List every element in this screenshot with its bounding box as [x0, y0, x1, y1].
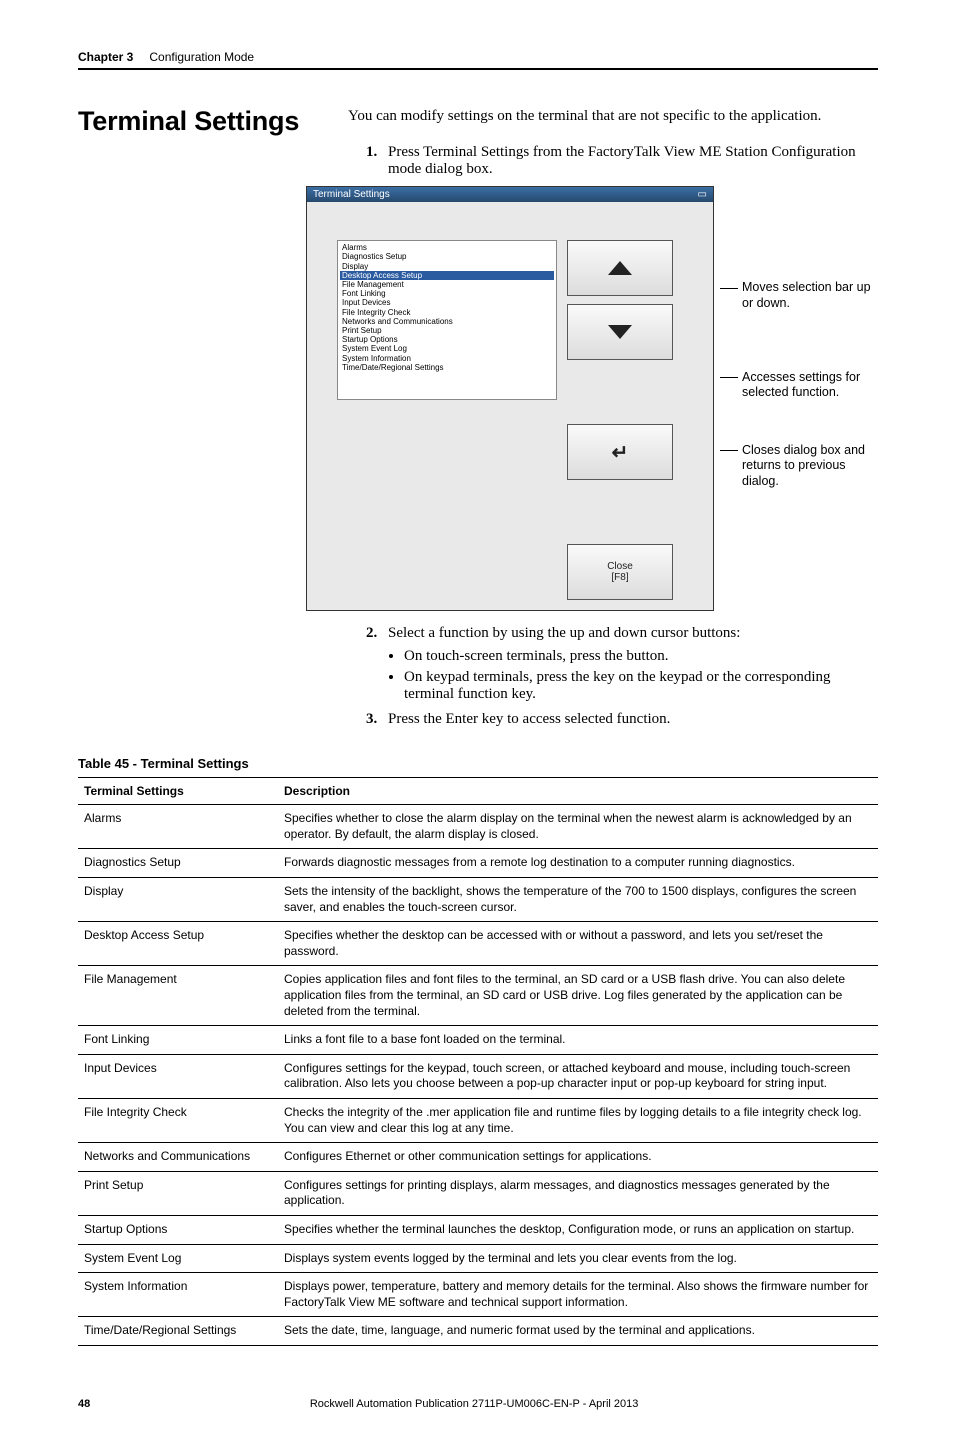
setting-name: Networks and Communications [78, 1143, 278, 1172]
page: Chapter 3 Configuration Mode Terminal Se… [0, 0, 954, 1450]
setting-description: Displays power, temperature, battery and… [278, 1273, 878, 1317]
step-text: Select a function by using the up and do… [388, 625, 740, 642]
table-row: File Integrity CheckChecks the integrity… [78, 1098, 878, 1142]
listbox-item[interactable]: System Information [340, 354, 554, 363]
page-footer: 48 Rockwell Automation Publication 2711P… [78, 1398, 878, 1410]
table-row: Networks and CommunicationsConfigures Et… [78, 1143, 878, 1172]
window-controls-icon: ▭ [698, 189, 707, 200]
listbox-item[interactable]: Time/Date/Regional Settings [340, 363, 554, 372]
setting-description: Copies application files and font files … [278, 966, 878, 1026]
settings-listbox[interactable]: AlarmsDiagnostics SetupDisplayDesktop Ac… [337, 240, 557, 400]
setting-description: Configures settings for the keypad, touc… [278, 1054, 878, 1098]
setting-name: Desktop Access Setup [78, 922, 278, 966]
setting-description: Sets the intensity of the backlight, sho… [278, 878, 878, 922]
table-row: Diagnostics SetupForwards diagnostic mes… [78, 849, 878, 878]
table-row: AlarmsSpecifies whether to close the ala… [78, 805, 878, 849]
move-up-button[interactable] [567, 240, 673, 296]
setting-description: Links a font file to a base font loaded … [278, 1026, 878, 1055]
publication-id: Rockwell Automation Publication 2711P-UM… [310, 1398, 639, 1410]
table-row: Print SetupConfigures settings for print… [78, 1171, 878, 1215]
table-row: Input DevicesConfigures settings for the… [78, 1054, 878, 1098]
callout-enter: Accesses settings for selected function. [726, 370, 878, 401]
listbox-item[interactable]: Alarms [340, 243, 554, 252]
callout-move: Moves selection bar up or down. [726, 280, 878, 311]
listbox-item[interactable]: Print Setup [340, 326, 554, 335]
setting-name: Startup Options [78, 1215, 278, 1244]
listbox-item[interactable]: System Event Log [340, 344, 554, 353]
enter-button[interactable]: ↵ [567, 424, 673, 480]
setting-name: Print Setup [78, 1171, 278, 1215]
step-text: Press Terminal Settings from the Factory… [388, 144, 878, 178]
setting-description: Specifies whether the terminal launches … [278, 1215, 878, 1244]
setting-name: System Information [78, 1273, 278, 1317]
listbox-item[interactable]: Font Linking [340, 289, 554, 298]
enter-icon: ↵ [612, 440, 629, 465]
setting-description: Configures settings for printing display… [278, 1171, 878, 1215]
setting-name: Input Devices [78, 1054, 278, 1098]
table-header-desc: Description [278, 778, 878, 805]
table-caption: Table 45 - Terminal Settings [78, 756, 878, 771]
setting-name: Diagnostics Setup [78, 849, 278, 878]
setting-name: Alarms [78, 805, 278, 849]
table-row: Startup OptionsSpecifies whether the ter… [78, 1215, 878, 1244]
callout-close: Closes dialog box and returns to previou… [726, 443, 878, 490]
table-row: Time/Date/Regional SettingsSets the date… [78, 1317, 878, 1346]
chapter-label: Chapter 3 [78, 50, 133, 64]
listbox-item[interactable]: Desktop Access Setup [340, 271, 554, 280]
step-number: 3. [366, 711, 382, 728]
terminal-settings-table: Terminal Settings Description AlarmsSpec… [78, 777, 878, 1346]
step-bullet: On keypad terminals, press the key on th… [404, 669, 878, 703]
listbox-item[interactable]: Startup Options [340, 335, 554, 344]
setting-description: Forwards diagnostic messages from a remo… [278, 849, 878, 878]
step-number: 2. [366, 625, 382, 642]
listbox-item[interactable]: Display [340, 262, 554, 271]
step-bullet: On touch-screen terminals, press the but… [404, 648, 878, 665]
terminal-settings-figure: Terminal Settings ▭ AlarmsDiagnostics Se… [306, 186, 878, 611]
table-header-name: Terminal Settings [78, 778, 278, 805]
setting-name: File Management [78, 966, 278, 1026]
table-row: DisplaySets the intensity of the backlig… [78, 878, 878, 922]
listbox-item[interactable]: Networks and Communications [340, 317, 554, 326]
section-heading: Terminal Settings [78, 106, 320, 137]
listbox-item[interactable]: File Management [340, 280, 554, 289]
chapter-title: Configuration Mode [149, 50, 254, 64]
setting-name: File Integrity Check [78, 1098, 278, 1142]
table-row: Desktop Access SetupSpecifies whether th… [78, 922, 878, 966]
terminal-settings-dialog: Terminal Settings ▭ AlarmsDiagnostics Se… [306, 186, 714, 611]
setting-description: Displays system events logged by the ter… [278, 1244, 878, 1273]
setting-name: Display [78, 878, 278, 922]
listbox-item[interactable]: Input Devices [340, 298, 554, 307]
arrow-down-icon [608, 325, 632, 339]
running-header: Chapter 3 Configuration Mode [78, 50, 878, 64]
setting-description: Specifies whether the desktop can be acc… [278, 922, 878, 966]
close-button[interactable]: Close[F8] [567, 544, 673, 600]
setting-description: Sets the date, time, language, and numer… [278, 1317, 878, 1346]
arrow-up-icon [608, 261, 632, 275]
close-button-label: Close[F8] [607, 561, 633, 583]
step-text: Press the Enter key to access selected f… [388, 711, 670, 728]
dialog-title: Terminal Settings [313, 189, 390, 200]
setting-name: Time/Date/Regional Settings [78, 1317, 278, 1346]
setting-name: System Event Log [78, 1244, 278, 1273]
header-rule [78, 68, 878, 70]
setting-name: Font Linking [78, 1026, 278, 1055]
listbox-item[interactable]: File Integrity Check [340, 308, 554, 317]
page-number: 48 [78, 1398, 90, 1410]
table-row: Font LinkingLinks a font file to a base … [78, 1026, 878, 1055]
setting-description: Configures Ethernet or other communicati… [278, 1143, 878, 1172]
step-number: 1. [366, 144, 382, 178]
move-down-button[interactable] [567, 304, 673, 360]
dialog-titlebar: Terminal Settings ▭ [307, 187, 713, 202]
setting-description: Checks the integrity of the .mer applica… [278, 1098, 878, 1142]
figure-callouts: Moves selection bar up or down. Accesses… [726, 186, 878, 611]
listbox-item[interactable]: Diagnostics Setup [340, 252, 554, 261]
table-row: File ManagementCopies application files … [78, 966, 878, 1026]
table-row: System InformationDisplays power, temper… [78, 1273, 878, 1317]
section-intro: You can modify settings on the terminal … [348, 106, 878, 126]
setting-description: Specifies whether to close the alarm dis… [278, 805, 878, 849]
table-row: System Event LogDisplays system events l… [78, 1244, 878, 1273]
